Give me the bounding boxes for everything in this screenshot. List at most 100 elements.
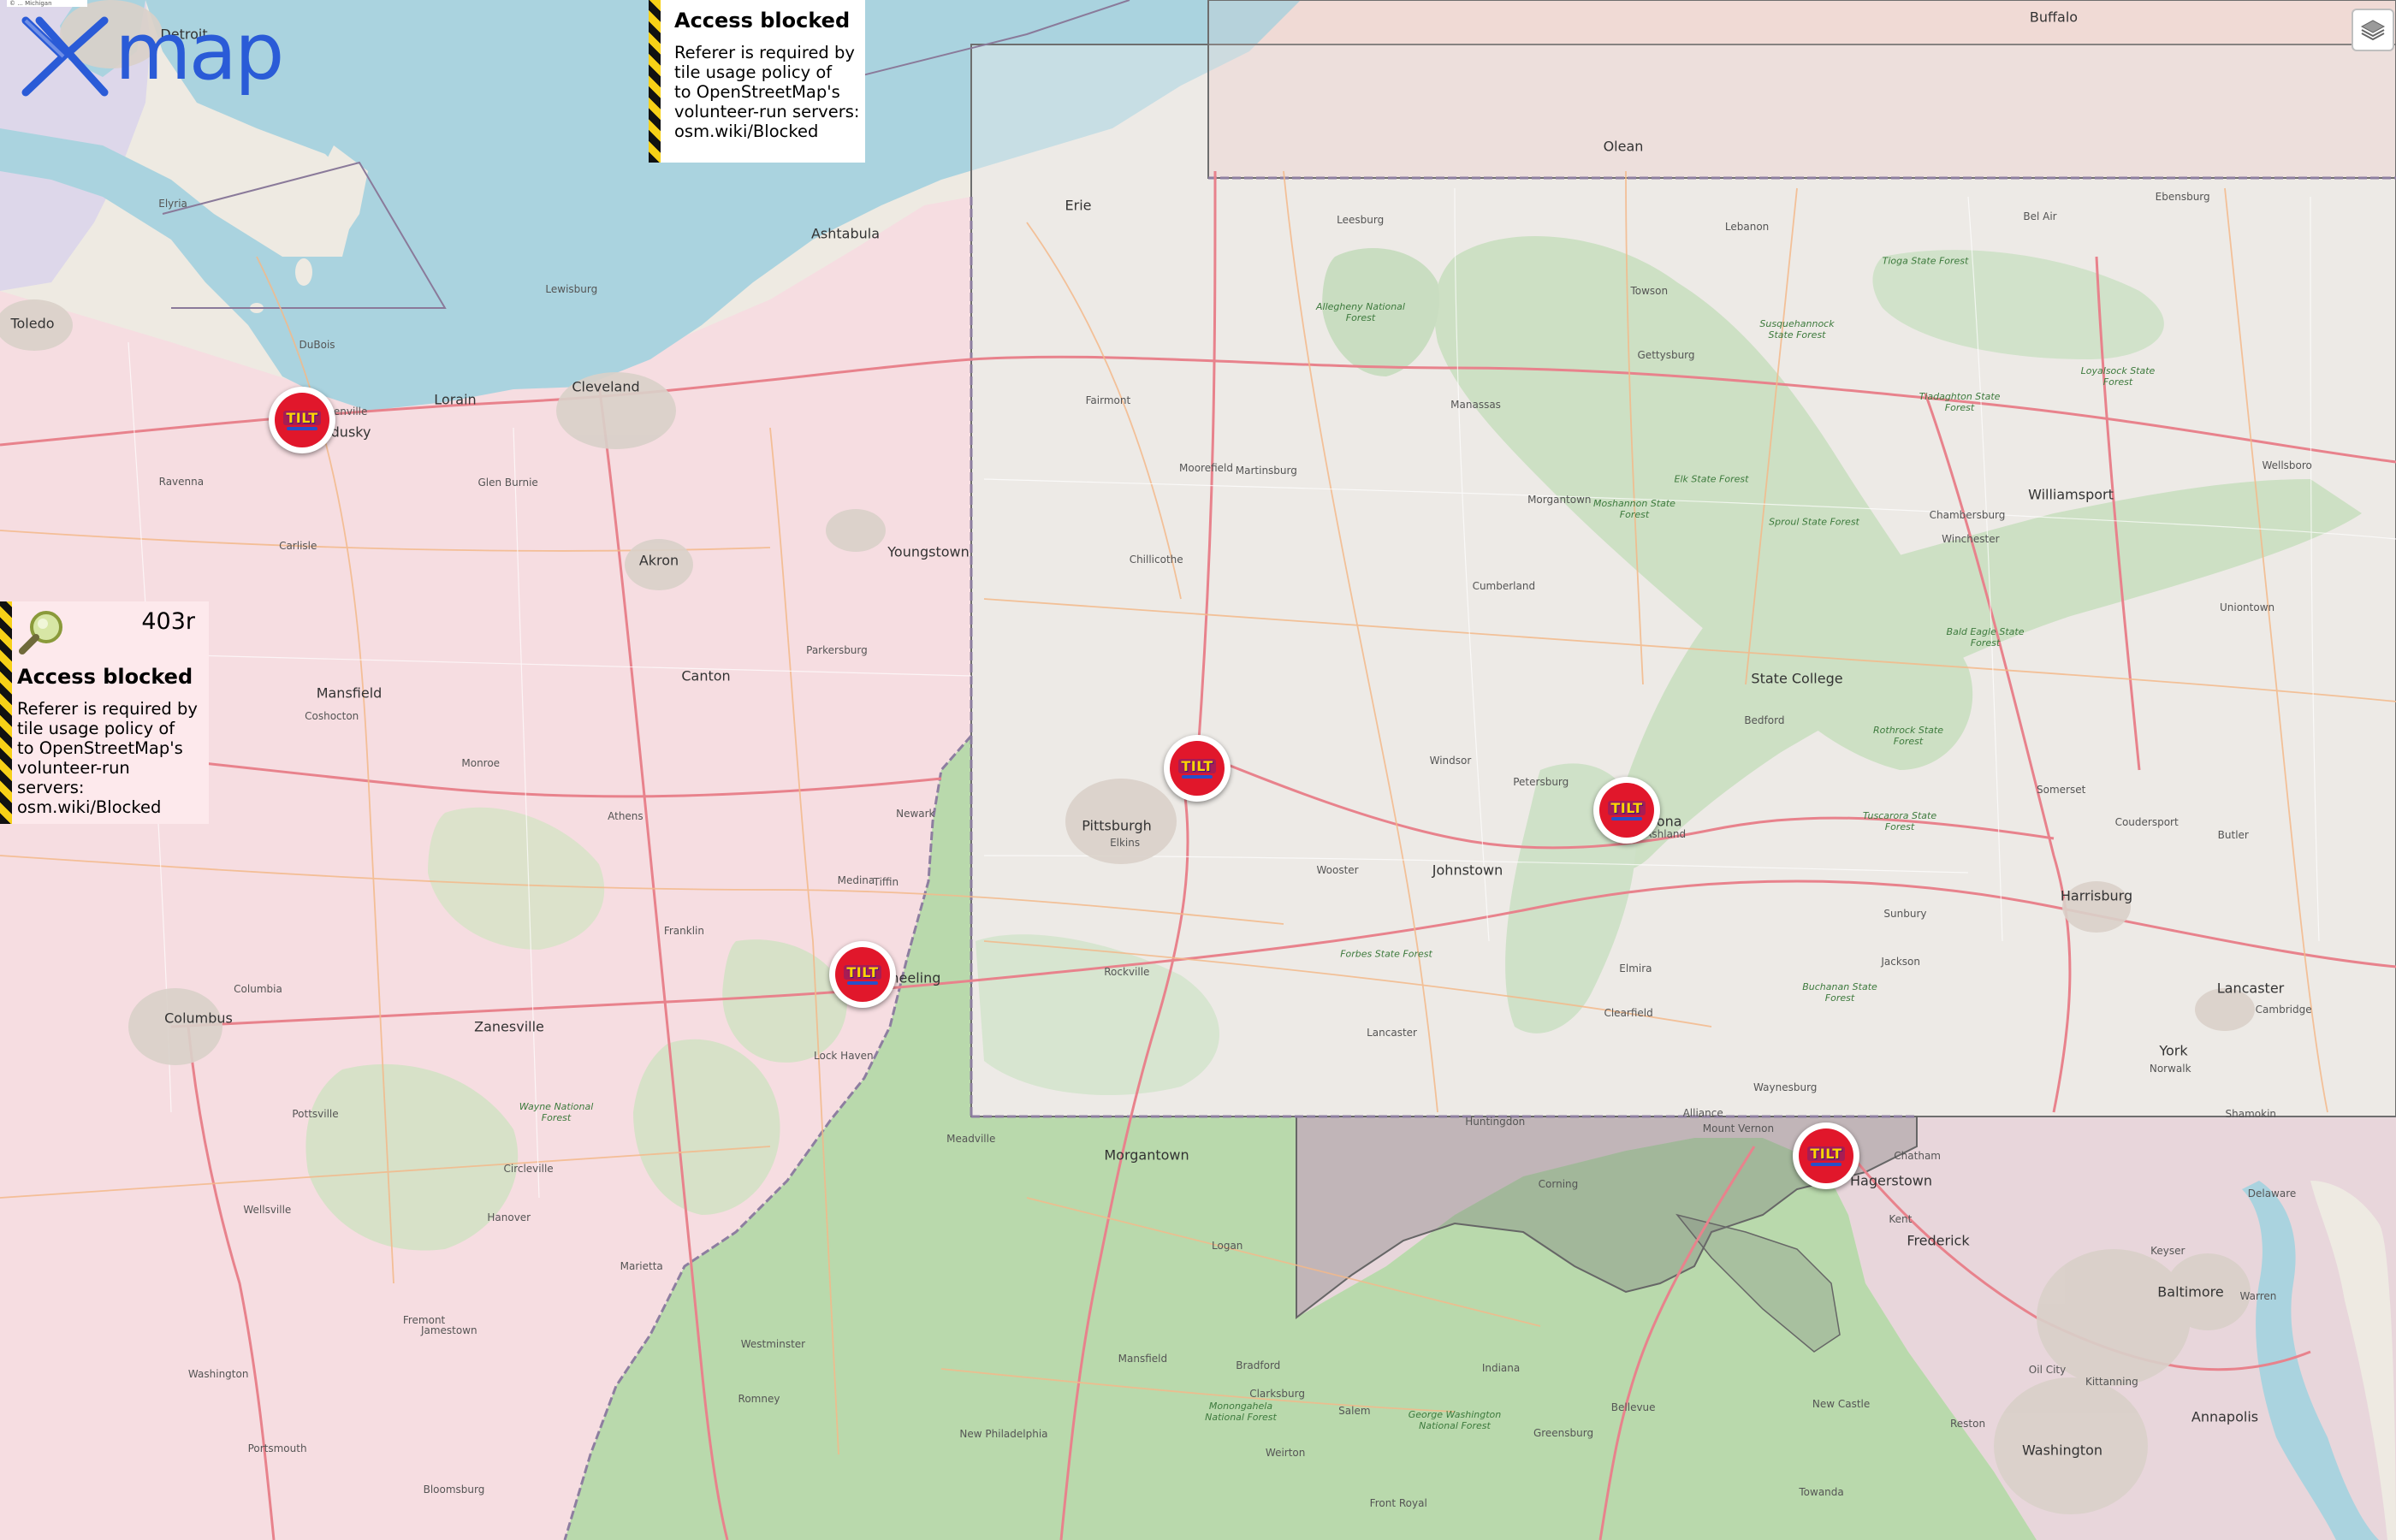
map-label-town: Chillicothe	[1129, 553, 1183, 566]
map-label-town: Huntingdon	[1465, 1116, 1526, 1128]
map-label-town: Washington	[187, 1368, 249, 1381]
map-label-town: Lewisburg	[545, 283, 598, 296]
attribution[interactable]: © ... Michigan	[7, 0, 87, 7]
map-label-town: Elyria	[158, 197, 187, 210]
map-label-town: Clearfield	[1604, 1007, 1653, 1020]
map-label-city: Akron	[638, 552, 679, 569]
map-label-town: Newark	[896, 808, 935, 820]
xmap-logo[interactable]: map	[19, 13, 284, 99]
map-label-town: Bellevue	[1610, 1401, 1656, 1414]
map-label-town: Athens	[608, 810, 643, 823]
location-marker-altoona[interactable]: TILT	[1593, 777, 1660, 844]
map-label-city: Annapolis	[2191, 1408, 2259, 1425]
map-label-town: Coshocton	[305, 710, 359, 723]
map-label-town: Jackson	[1881, 955, 1920, 968]
map-label-town: Somerset	[2037, 784, 2086, 797]
map-label-city: Cleveland	[572, 378, 640, 395]
map-label-town: Clarksburg	[1249, 1387, 1305, 1400]
map-label-town: Hanover	[487, 1211, 531, 1223]
map-label-forest: Tiadaghton State Forest	[1919, 391, 2001, 413]
map-label-town: Carlisle	[279, 540, 317, 553]
map-label-city: Erie	[1065, 197, 1092, 214]
map-label-town: Salem	[1338, 1405, 1371, 1418]
tilt-logo-marker-icon: TILT	[1599, 783, 1654, 838]
map-label-city: Baltimore	[2157, 1283, 2224, 1300]
blocked-tile-notice-top: Access blocked Referer is required by ti…	[649, 0, 865, 163]
tilt-logo-marker-icon: TILT	[835, 947, 890, 1002]
map-label-town: Oil City	[2028, 1364, 2067, 1377]
map-label-town: New Philadelphia	[959, 1428, 1048, 1441]
map-label-town: Towanda	[1799, 1486, 1844, 1499]
map-label-town: Gettysburg	[1637, 348, 1695, 361]
map-label-town: Romney	[738, 1392, 780, 1405]
map-label-town: Delaware	[2247, 1188, 2297, 1200]
map-label-forest: Bald Eagle State Forest	[1946, 626, 2025, 649]
map-label-forest: Moshannon State Forest	[1593, 498, 1675, 520]
map-label-town: Wooster	[1316, 863, 1359, 876]
map-label-forest: Rothrock State Forest	[1873, 725, 1943, 747]
map-label-forest: Loyalsock State Forest	[2080, 365, 2156, 388]
map-label-city: Olean	[1603, 138, 1644, 155]
map-label-town: Martinsburg	[1235, 464, 1297, 477]
blocked-tile-notice-left: 403r Access blocked Referer is required …	[0, 601, 209, 824]
tilt-logo-marker-icon: TILT	[275, 393, 329, 447]
map-label-city: Lancaster	[2216, 980, 2285, 997]
map-label-town: Weirton	[1265, 1447, 1306, 1460]
map-label-town: Meadville	[946, 1133, 996, 1146]
map-label-city: Zanesville	[474, 1018, 544, 1035]
map-label-town: Circleville	[503, 1162, 554, 1175]
map-label-city: Buffalo	[2029, 9, 2079, 26]
location-marker-pittsburgh[interactable]: TILT	[1164, 735, 1231, 802]
map-label-town: Wellsboro	[2262, 459, 2312, 472]
location-marker-sandusky[interactable]: TILT	[269, 387, 335, 453]
map-label-forest: Sproul State Forest	[1769, 516, 1859, 528]
map-label-city: Mansfield	[316, 684, 383, 702]
map-label-town: Chambersburg	[1929, 509, 2006, 522]
map-label-city: Ashtabula	[810, 225, 881, 242]
map-label-town: Winchester	[1942, 533, 2000, 546]
map-label-town: Monroe	[461, 756, 501, 769]
map-label-forest: Tioga State Forest	[1882, 255, 1969, 267]
map-label-town: Kent	[1889, 1213, 1913, 1226]
map-label-city: Youngstown	[887, 543, 970, 560]
map-label-town: Leesburg	[1337, 213, 1385, 226]
map-label-town: Bradford	[1236, 1359, 1281, 1372]
map-label-city: Toledo	[10, 315, 55, 332]
map-label-town: DuBois	[299, 338, 335, 351]
blocked-title: Access blocked	[17, 665, 193, 689]
map-label-city: Pittsburgh	[1082, 817, 1152, 834]
map-label-town: Cambridge	[2255, 1003, 2312, 1016]
map-label-town: Lancaster	[1367, 1026, 1417, 1039]
map-label-city: Morgantown	[1104, 1146, 1189, 1164]
map-label-city: Hagerstown	[1849, 1172, 1933, 1189]
map-label-town: Sunbury	[1883, 907, 1927, 920]
blocked-body: Referer is required by tile usage policy…	[674, 43, 860, 141]
map-label-town: Parkersburg	[806, 644, 868, 657]
tilt-logo-marker-icon: TILT	[1799, 1128, 1853, 1183]
map-label-town: Elmira	[1619, 962, 1652, 974]
map-label-city: State College	[1751, 670, 1843, 687]
map-label-forest: Allegheny National Forest	[1316, 301, 1405, 323]
map-label-town: Chatham	[1894, 1150, 1941, 1163]
map-label-town: Shamokin	[2225, 1108, 2277, 1121]
tilt-logo-marker-icon: TILT	[1170, 741, 1225, 796]
map-label-city: Washington	[2021, 1442, 2103, 1459]
blocked-title: Access blocked	[674, 9, 851, 33]
map-label-forest: Forbes State Forest	[1340, 948, 1432, 960]
map-label-town: Marietta	[620, 1260, 663, 1273]
map-label-town: Windsor	[1429, 755, 1472, 767]
map-label-town: Alliance	[1682, 1106, 1723, 1119]
map-label-town: Warren	[2239, 1290, 2277, 1303]
location-marker-hagerstown[interactable]: TILT	[1793, 1122, 1859, 1189]
map-label-town: New Castle	[1812, 1398, 1871, 1411]
map-label-town: Westminster	[740, 1338, 806, 1351]
map-label-town: Wellsville	[243, 1204, 292, 1217]
map-label-town: Coudersport	[2114, 815, 2179, 828]
map-label-town: Greensburg	[1533, 1426, 1594, 1439]
x-logo-icon	[21, 16, 109, 97]
warning-stripe	[0, 601, 12, 824]
layers-button[interactable]	[2352, 9, 2394, 51]
map-label-forest: Monongahela National Forest	[1205, 1401, 1277, 1423]
location-marker-wheeling[interactable]: TILT	[829, 941, 896, 1008]
map-label-town: Manassas	[1450, 399, 1501, 412]
